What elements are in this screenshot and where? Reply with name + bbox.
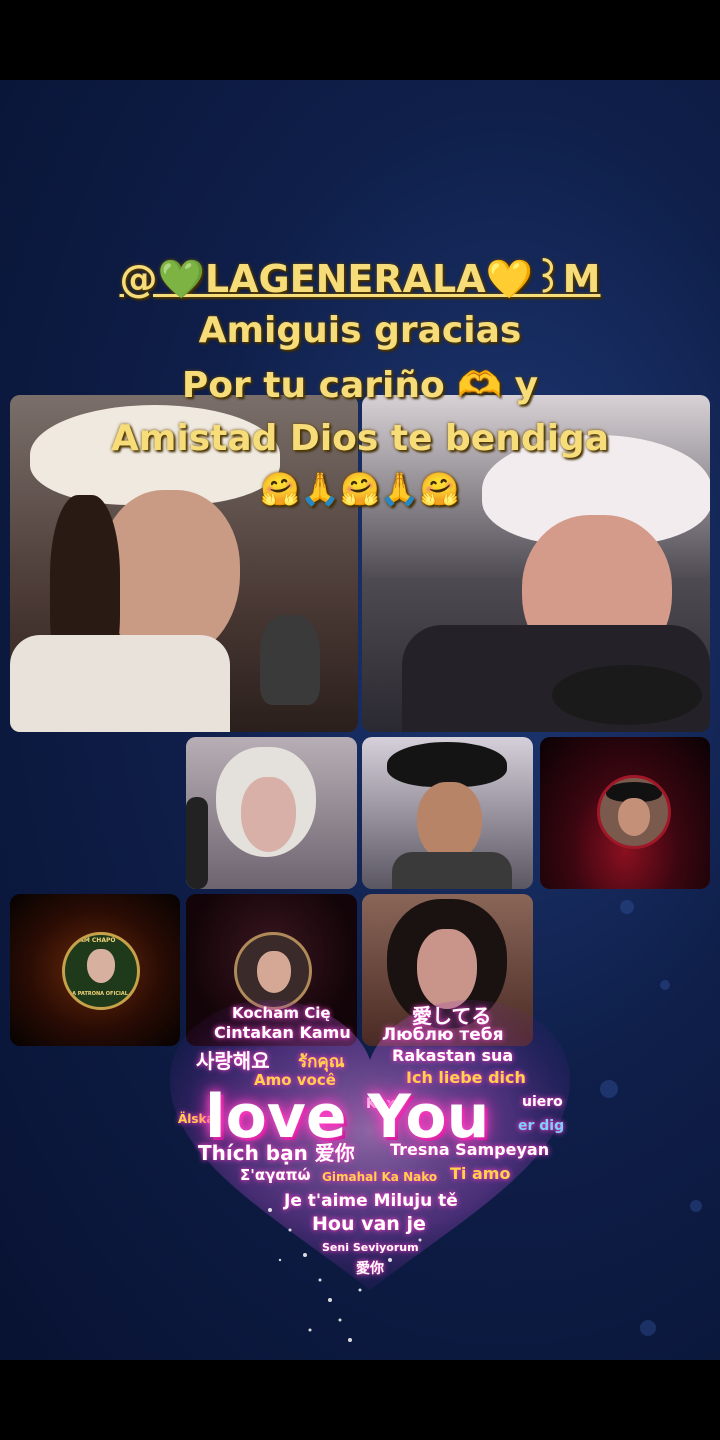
background-speck xyxy=(640,1320,656,1336)
face-shape xyxy=(87,949,115,983)
sticker-word: Люблю тебя xyxy=(382,1025,504,1045)
team-badge-top-text: TEAM CHAPO xyxy=(71,937,116,944)
background-speck xyxy=(660,980,670,990)
guest-tile-blonde[interactable] xyxy=(186,737,357,889)
sparkle-trail-icon xyxy=(268,1208,422,1342)
avatar xyxy=(597,775,671,849)
comment-line: Amistad Dios te bendiga xyxy=(110,418,609,459)
team-badge-bottom-text: LA PATRONA OFICIAL xyxy=(69,991,128,997)
comment-emoji-line: 🤗🙏🤗🙏🤗 xyxy=(260,470,460,508)
sticker-word: Rakastan sua xyxy=(392,1046,514,1065)
microphone-icon xyxy=(552,665,702,725)
sticker-word: er dig xyxy=(518,1118,565,1134)
sticker-word: Cintakan Kamu xyxy=(214,1023,351,1042)
team-badge-avatar: TEAM CHAPO LA PATRONA OFICIAL xyxy=(62,932,140,1010)
username-text: @💚LAGENERALA💛꒱M xyxy=(119,257,601,301)
sticker-word: Ti amo xyxy=(450,1164,511,1183)
comment-line: Amiguis gracias xyxy=(198,310,522,351)
sticker-word: uiero xyxy=(522,1094,563,1110)
face-shape xyxy=(417,929,477,1009)
sticker-word: Thích bạn 爱你 xyxy=(198,1141,355,1165)
shirt-shape xyxy=(10,635,230,732)
face-shape xyxy=(241,777,296,852)
background-speck xyxy=(600,1080,618,1098)
cowboy-hat-icon xyxy=(387,742,507,787)
sticker-word: Tresna Sampeyan xyxy=(390,1140,550,1159)
microphone-icon xyxy=(260,615,320,705)
guest-tile-team-badge[interactable]: TEAM CHAPO LA PATRONA OFICIAL xyxy=(10,894,180,1046)
face-shape xyxy=(417,782,482,862)
guest-tile-cowboy[interactable] xyxy=(362,737,533,889)
comment-username[interactable]: @💚LAGENERALA💛꒱M xyxy=(0,252,720,302)
sticker-word: Kocham Cię xyxy=(232,1004,331,1022)
sticker-word: Gimahal Ka Nako xyxy=(322,1170,438,1184)
face-shape xyxy=(618,798,650,836)
sticker-word: 사랑해요 xyxy=(196,1049,270,1073)
avatar xyxy=(234,932,312,1010)
shirt-shape xyxy=(392,852,512,889)
background-speck xyxy=(620,900,634,914)
face-shape xyxy=(257,951,291,993)
comment-line: Por tu cariño 🫶 y xyxy=(181,365,539,406)
background-speck xyxy=(690,1200,702,1212)
sticker-word: Σ'αγαπώ xyxy=(240,1166,311,1184)
headset-icon xyxy=(186,797,208,889)
guest-tile-avatar-cowboy[interactable] xyxy=(540,737,710,889)
